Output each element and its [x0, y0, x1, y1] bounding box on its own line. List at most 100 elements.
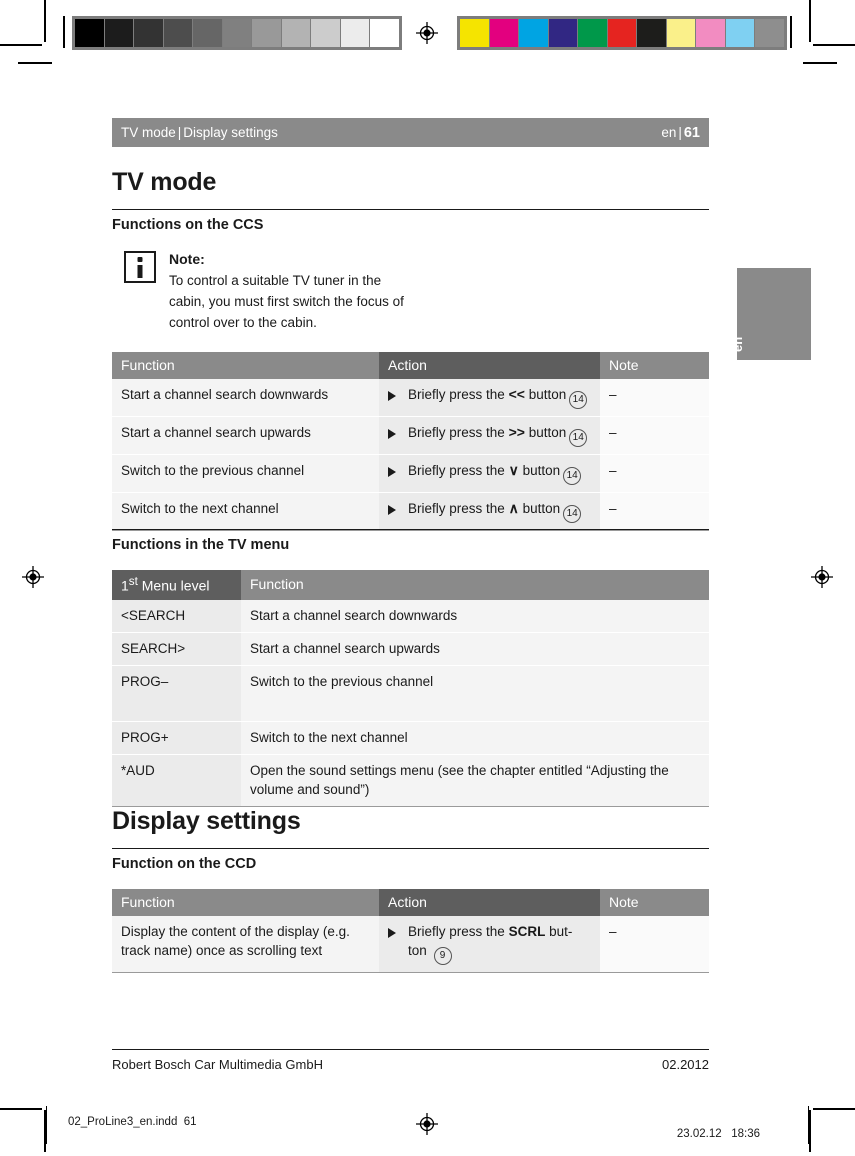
cell-note: – [600, 492, 709, 531]
bullet-triangle-icon [388, 928, 396, 938]
cell-note: – [600, 416, 709, 455]
table-row: Display the content of the display (e.g.… [112, 916, 709, 973]
page-title-display-settings: Display settings [112, 807, 301, 835]
section-heading-function-ccd: Function on the CCD [112, 856, 257, 872]
table-row: SEARCH> Start a channel search upwards [112, 632, 709, 666]
info-icon [124, 251, 156, 283]
cell-note: – [600, 916, 709, 973]
column-header-function: Function [112, 352, 379, 379]
cell-function: Open the sound settings menu (see the ch… [241, 754, 709, 807]
info-icon-stem [137, 265, 143, 278]
action-text: Briefly press the SCRL but-ton 9 [408, 922, 591, 965]
section-divider-3 [112, 848, 709, 849]
page-locator-separator: | [678, 124, 682, 140]
language-code: en [661, 124, 677, 140]
cell-function: Display the content of the display (e.g.… [112, 916, 379, 973]
table-row: Start a channel search downwards Briefly… [112, 379, 709, 417]
column-header-function: Function [112, 889, 379, 916]
footer-date: 02.2012 [662, 1057, 709, 1072]
print-file-name: 02_ProLine3_en.indd [68, 1116, 178, 1128]
cell-function: Start a channel search upwards [112, 416, 379, 455]
note-body: To control a suitable TV tuner in the ca… [169, 273, 404, 330]
page-title-tv-mode: TV mode [112, 168, 217, 196]
bullet-triangle-icon [388, 391, 396, 401]
cell-menu-level: PROG+ [112, 721, 241, 755]
language-side-tab: en [730, 268, 811, 360]
note-text: Note: To control a suitable TV tuner in … [169, 249, 419, 333]
cell-function: Start a channel search downwards [241, 599, 709, 633]
key-reference-badge: 9 [433, 947, 452, 965]
page-footer: Robert Bosch Car Multimedia GmbH 02.2012 [112, 1057, 709, 1072]
column-header-note: Note [600, 889, 709, 916]
table-row: PROG+ Switch to the next channel [112, 721, 709, 755]
table-functions-in-tv-menu: 1st Menu level Function <SEARCH Start a … [112, 570, 709, 807]
page-header-bar: TV mode | Display settings en | 61 [112, 118, 709, 147]
footer-company: Robert Bosch Car Multimedia GmbH [112, 1057, 323, 1072]
page-number: 61 [683, 124, 700, 141]
table-row: <SEARCH Start a channel search downwards [112, 599, 709, 633]
breadcrumb: TV mode | Display settings [121, 125, 278, 140]
cell-action: Briefly press the ∧ button 14 [379, 492, 600, 531]
menu-level-rest: Menu level [141, 577, 210, 594]
action-text: Briefly press the >> button 14 [408, 423, 591, 447]
action-suffix: button [528, 425, 567, 440]
action-prefix: Briefly press the [408, 425, 505, 440]
action-suffix: button [522, 501, 561, 516]
section-divider-1 [112, 209, 709, 210]
page-locator: en | 61 [661, 125, 700, 141]
column-header-function: Function [241, 570, 709, 600]
action-key: << [508, 386, 525, 402]
cell-function: Start a channel search downwards [112, 379, 379, 417]
action-suffix: button [528, 387, 567, 402]
breadcrumb-item-display-settings: Display settings [183, 125, 278, 140]
cell-function: Switch to the previous channel [241, 665, 709, 722]
action-text: Briefly press the ∨ button 14 [408, 461, 591, 485]
print-date: 23.02.12 [676, 1128, 722, 1140]
info-icon-dot [137, 257, 143, 262]
cell-function: Switch to the previous channel [112, 454, 379, 493]
menu-level-num: 1 [121, 577, 129, 594]
action-text: Briefly press the << button 14 [408, 385, 591, 409]
cell-function: Switch to the next channel [241, 721, 709, 755]
column-header-menu-level: 1st Menu level [112, 570, 241, 600]
print-file-page: 61 [183, 1116, 197, 1128]
action-key: ∧ [508, 500, 519, 516]
cell-action: Briefly press the >> button 14 [379, 416, 600, 455]
section-heading-functions-ccs: Functions on the CCS [112, 217, 264, 233]
column-header-note: Note [600, 352, 709, 379]
print-bar-rule-right [808, 1106, 809, 1144]
table-row: Switch to the previous channel Briefly p… [112, 454, 709, 493]
table-header-row: Function Action Note [112, 352, 709, 379]
cell-note: – [600, 454, 709, 493]
table-row: Start a channel search upwards Briefly p… [112, 416, 709, 455]
cell-action: Briefly press the SCRL but-ton 9 [379, 916, 600, 973]
cell-action: Briefly press the << button 14 [379, 379, 600, 417]
print-time: 18:36 [731, 1128, 760, 1140]
action-key: ∨ [508, 462, 519, 478]
bullet-triangle-icon [388, 467, 396, 477]
document-page: TV mode | Display settings en | 61 en TV mod… [0, 0, 855, 1156]
breadcrumb-item-tv-mode: TV mode [121, 125, 176, 140]
action-key: SCRL [508, 924, 546, 939]
action-prefix: Briefly press the [408, 463, 505, 478]
table-row: *AUD Open the sound settings menu (see t… [112, 754, 709, 807]
key-reference-badge: 14 [569, 429, 588, 447]
cell-action: Briefly press the ∨ button 14 [379, 454, 600, 493]
print-info-bar: 02_ProLine3_en.indd 61 23.02.12 18:36 [0, 1104, 855, 1144]
table-functions-on-ccs: Function Action Note Start a channel sea… [112, 352, 709, 531]
action-suffix: button [522, 463, 561, 478]
footer-divider [112, 1049, 709, 1050]
action-prefix: Briefly press the [408, 387, 505, 402]
table-row: PROG– Switch to the previous channel [112, 665, 709, 722]
cell-function: Switch to the next channel [112, 492, 379, 531]
cell-function: Start a channel search upwards [241, 632, 709, 666]
column-header-action: Action [379, 889, 600, 916]
table-row: Switch to the next channel Briefly press… [112, 492, 709, 531]
section-heading-functions-tv-menu: Functions in the TV menu [112, 537, 290, 553]
language-side-tab-label: en [730, 336, 745, 352]
cell-menu-level: *AUD [112, 754, 241, 807]
action-prefix: Briefly press the [408, 924, 505, 939]
key-reference-badge: 14 [563, 505, 582, 523]
bullet-triangle-icon [388, 429, 396, 439]
print-file-info: 02_ProLine3_en.indd 61 [68, 1116, 197, 1128]
